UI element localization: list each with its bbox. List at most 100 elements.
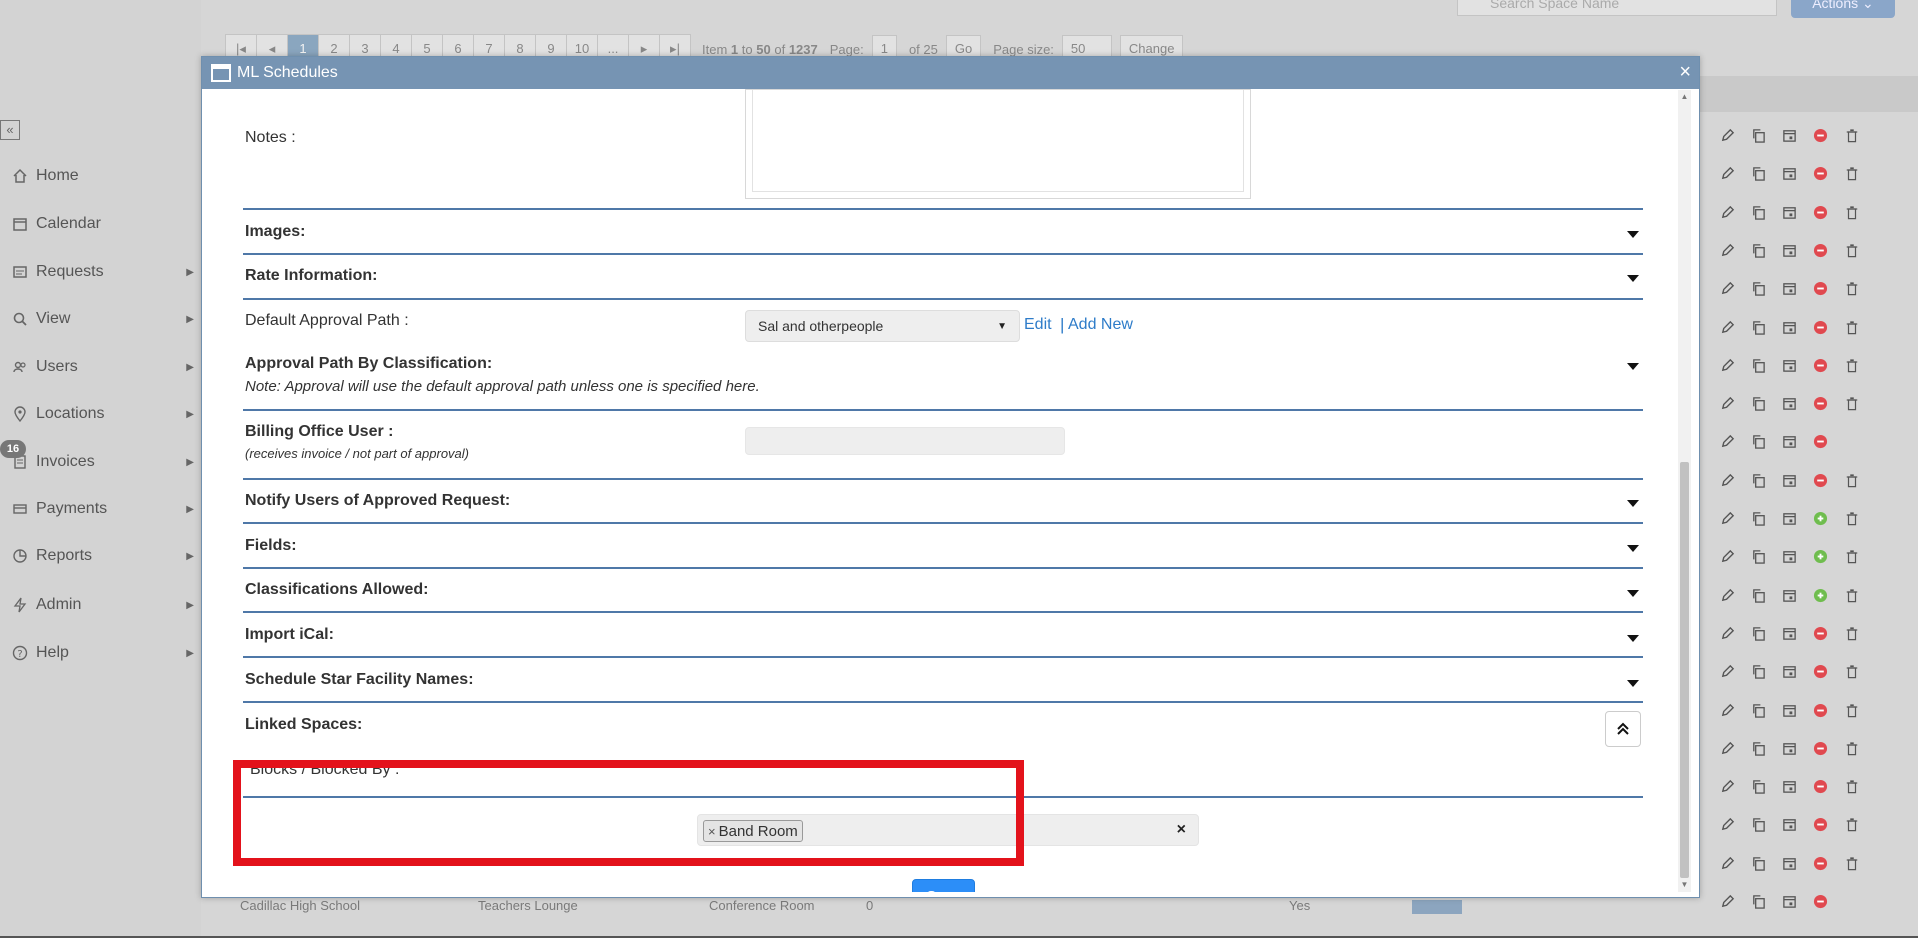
trash-icon[interactable] <box>1843 510 1860 527</box>
trash-icon[interactable] <box>1843 702 1860 719</box>
trash-icon[interactable] <box>1843 319 1860 336</box>
copy-icon[interactable] <box>1750 816 1767 833</box>
copy-icon[interactable] <box>1750 702 1767 719</box>
add-new-approval-path-link[interactable]: Add New <box>1068 316 1133 334</box>
calendar-icon[interactable] <box>1781 242 1798 259</box>
modal-scrollbar[interactable]: ▲ ▼ <box>1678 90 1691 892</box>
calendar-icon[interactable] <box>1781 702 1798 719</box>
sidebar-item-payments[interactable]: Payments ▶ <box>10 496 196 522</box>
default-approval-path-select[interactable]: Sal and otherpeople ▼ <box>745 310 1020 342</box>
copy-icon[interactable] <box>1750 357 1767 374</box>
deactivate-icon[interactable] <box>1812 127 1829 144</box>
calendar-icon[interactable] <box>1781 204 1798 221</box>
scroll-up-icon[interactable]: ▲ <box>1678 90 1691 104</box>
edit-pencil-icon[interactable] <box>1719 395 1736 412</box>
copy-icon[interactable] <box>1750 740 1767 757</box>
classifications-allowed-caret-icon[interactable] <box>1627 590 1639 597</box>
edit-pencil-icon[interactable] <box>1719 433 1736 450</box>
trash-icon[interactable] <box>1843 357 1860 374</box>
trash-icon[interactable] <box>1843 587 1860 604</box>
copy-icon[interactable] <box>1750 472 1767 489</box>
deactivate-icon[interactable] <box>1812 357 1829 374</box>
trash-icon[interactable] <box>1843 204 1860 221</box>
copy-icon[interactable] <box>1750 510 1767 527</box>
deactivate-icon[interactable] <box>1812 778 1829 795</box>
copy-icon[interactable] <box>1750 663 1767 680</box>
calendar-icon[interactable] <box>1781 587 1798 604</box>
edit-pencil-icon[interactable] <box>1719 625 1736 642</box>
deactivate-icon[interactable] <box>1812 855 1829 872</box>
trash-icon[interactable] <box>1843 778 1860 795</box>
copy-icon[interactable] <box>1750 127 1767 144</box>
copy-icon[interactable] <box>1750 280 1767 297</box>
calendar-icon[interactable] <box>1781 816 1798 833</box>
calendar-icon[interactable] <box>1781 433 1798 450</box>
search-space-input[interactable]: Search Space Name <box>1457 0 1777 16</box>
deactivate-icon[interactable] <box>1812 472 1829 489</box>
trash-icon[interactable] <box>1843 816 1860 833</box>
edit-pencil-icon[interactable] <box>1719 893 1736 910</box>
copy-icon[interactable] <box>1750 433 1767 450</box>
sidebar-item-users[interactable]: Users ▶ <box>10 354 196 380</box>
copy-icon[interactable] <box>1750 319 1767 336</box>
calendar-icon[interactable] <box>1781 357 1798 374</box>
calendar-icon[interactable] <box>1781 663 1798 680</box>
activate-icon[interactable] <box>1812 548 1829 565</box>
edit-pencil-icon[interactable] <box>1719 280 1736 297</box>
trash-icon[interactable] <box>1843 280 1860 297</box>
edit-pencil-icon[interactable] <box>1719 127 1736 144</box>
trash-icon[interactable] <box>1843 165 1860 182</box>
deactivate-icon[interactable] <box>1812 395 1829 412</box>
copy-icon[interactable] <box>1750 893 1767 910</box>
import-ical-caret-icon[interactable] <box>1627 635 1639 642</box>
deactivate-icon[interactable] <box>1812 242 1829 259</box>
edit-pencil-icon[interactable] <box>1719 472 1736 489</box>
deactivate-icon[interactable] <box>1812 893 1829 910</box>
images-caret-icon[interactable] <box>1627 231 1639 238</box>
calendar-icon[interactable] <box>1781 855 1798 872</box>
edit-pencil-icon[interactable] <box>1719 816 1736 833</box>
activate-icon[interactable] <box>1812 510 1829 527</box>
sidebar-item-requests[interactable]: Requests ▶ <box>10 259 196 285</box>
sidebar-item-calendar[interactable]: Calendar <box>10 211 196 237</box>
calendar-icon[interactable] <box>1781 778 1798 795</box>
copy-icon[interactable] <box>1750 242 1767 259</box>
deactivate-icon[interactable] <box>1812 625 1829 642</box>
approval-by-classification-caret-icon[interactable] <box>1627 363 1639 370</box>
deactivate-icon[interactable] <box>1812 280 1829 297</box>
deactivate-icon[interactable] <box>1812 204 1829 221</box>
trash-icon[interactable] <box>1843 395 1860 412</box>
deactivate-icon[interactable] <box>1812 702 1829 719</box>
activate-icon[interactable] <box>1812 587 1829 604</box>
trash-icon[interactable] <box>1843 855 1860 872</box>
edit-pencil-icon[interactable] <box>1719 663 1736 680</box>
notify-users-caret-icon[interactable] <box>1627 500 1639 507</box>
edit-pencil-icon[interactable] <box>1719 855 1736 872</box>
modal-titlebar[interactable]: ML Schedules × <box>202 57 1699 89</box>
calendar-icon[interactable] <box>1781 625 1798 642</box>
copy-icon[interactable] <box>1750 778 1767 795</box>
copy-icon[interactable] <box>1750 625 1767 642</box>
calendar-icon[interactable] <box>1781 319 1798 336</box>
edit-pencil-icon[interactable] <box>1719 242 1736 259</box>
deactivate-icon[interactable] <box>1812 433 1829 450</box>
deactivate-icon[interactable] <box>1812 816 1829 833</box>
trash-icon[interactable] <box>1843 548 1860 565</box>
calendar-icon[interactable] <box>1781 127 1798 144</box>
edit-pencil-icon[interactable] <box>1719 165 1736 182</box>
double-chevron-left-icon[interactable]: « <box>0 120 20 140</box>
copy-icon[interactable] <box>1750 165 1767 182</box>
sidebar-item-reports[interactable]: Reports ▶ <box>10 543 196 569</box>
actions-button[interactable]: Actions ⌄ <box>1791 0 1895 18</box>
clear-selection-icon[interactable]: × <box>1177 821 1186 839</box>
copy-icon[interactable] <box>1750 855 1767 872</box>
calendar-icon[interactable] <box>1781 395 1798 412</box>
edit-pencil-icon[interactable] <box>1719 204 1736 221</box>
deactivate-icon[interactable] <box>1812 740 1829 757</box>
edit-pencil-icon[interactable] <box>1719 587 1736 604</box>
sidebar-item-locations[interactable]: Locations ▶ <box>10 401 196 427</box>
copy-icon[interactable] <box>1750 204 1767 221</box>
edit-pencil-icon[interactable] <box>1719 548 1736 565</box>
close-icon[interactable]: × <box>1679 61 1691 83</box>
trash-icon[interactable] <box>1843 740 1860 757</box>
